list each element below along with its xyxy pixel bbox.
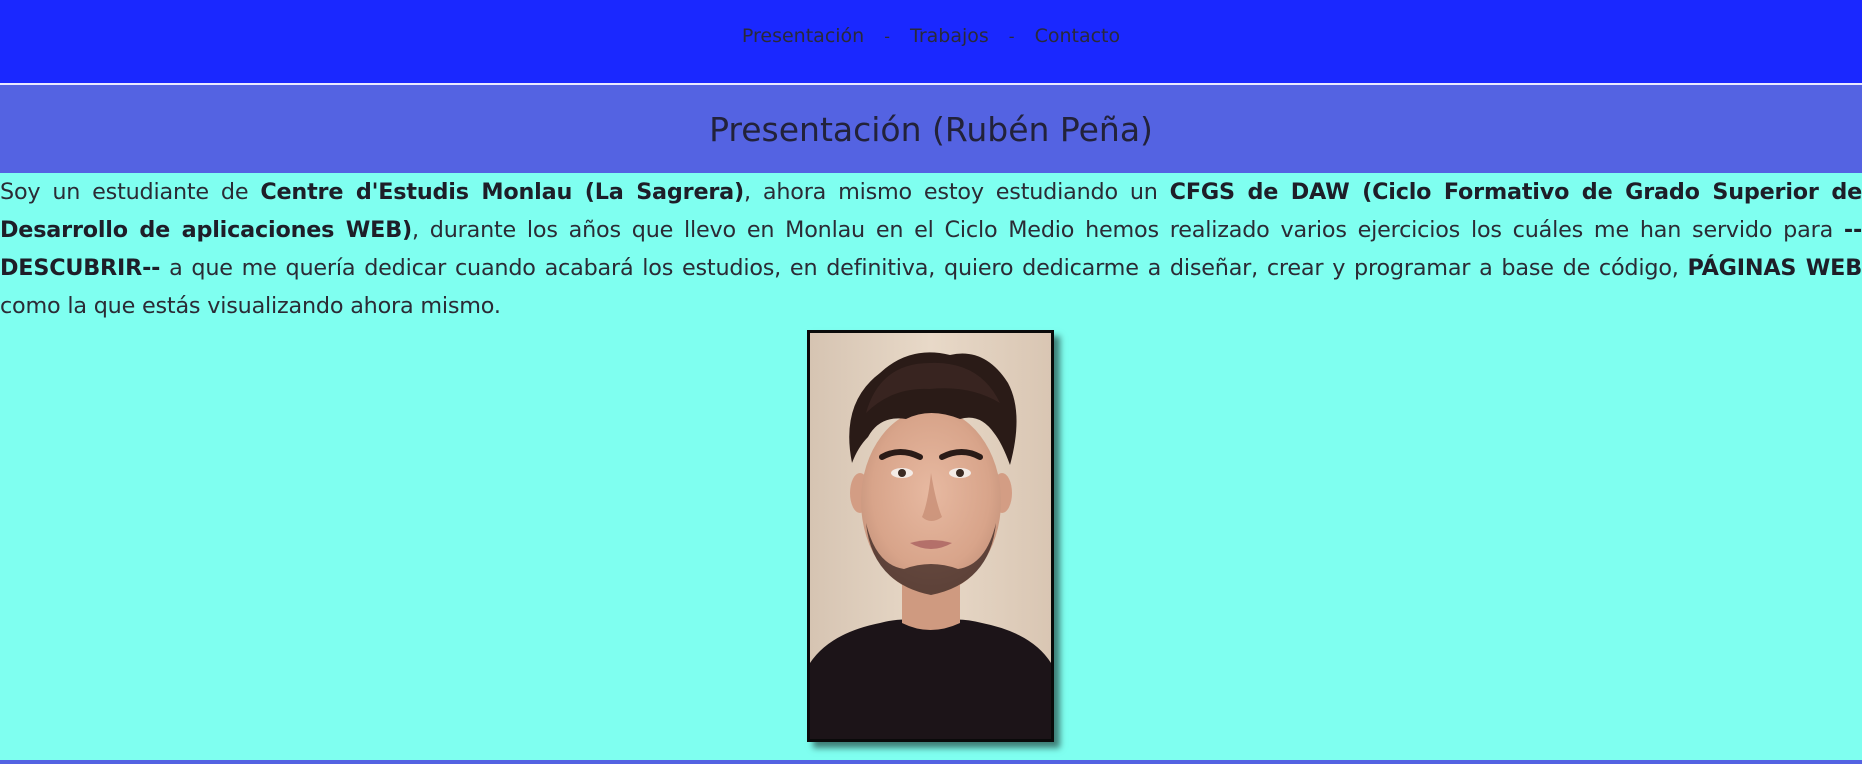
nav-separator: - <box>1008 27 1015 46</box>
intro-text: , durante los años que llevo en Monlau e… <box>412 217 1844 243</box>
nav-link-contacto[interactable]: Contacto <box>1035 25 1121 47</box>
nav-link-trabajos[interactable]: Trabajos <box>910 25 989 47</box>
portrait-photo <box>806 330 1054 742</box>
intro-text: Soy un estudiante de <box>0 179 261 205</box>
nav-separator: - <box>884 27 890 46</box>
school-name: Centre d'Estudis Monlau (La Sagrera) <box>260 179 745 205</box>
photo-container <box>0 330 1862 742</box>
portrait-illustration <box>809 333 1051 739</box>
bottom-divider <box>0 760 1862 764</box>
nav-link-presentacion[interactable]: Presentación <box>742 25 864 47</box>
intro-text: como la que estás visualizando ahora mis… <box>0 293 501 319</box>
paginas-web-emphasis: PÁGINAS WEB <box>1687 255 1862 281</box>
intro-text: a que me quería dedicar cuando acabará l… <box>160 255 1688 281</box>
top-nav: Presentación - Trabajos - Contacto <box>0 0 1862 85</box>
page-title: Presentación (Rubén Peña) <box>709 109 1153 149</box>
intro-text: , ahora mismo estoy estudiando un <box>744 179 1170 205</box>
title-band: Presentación (Rubén Peña) <box>0 85 1862 173</box>
intro-paragraph: Soy un estudiante de Centre d'Estudis Mo… <box>0 173 1862 325</box>
